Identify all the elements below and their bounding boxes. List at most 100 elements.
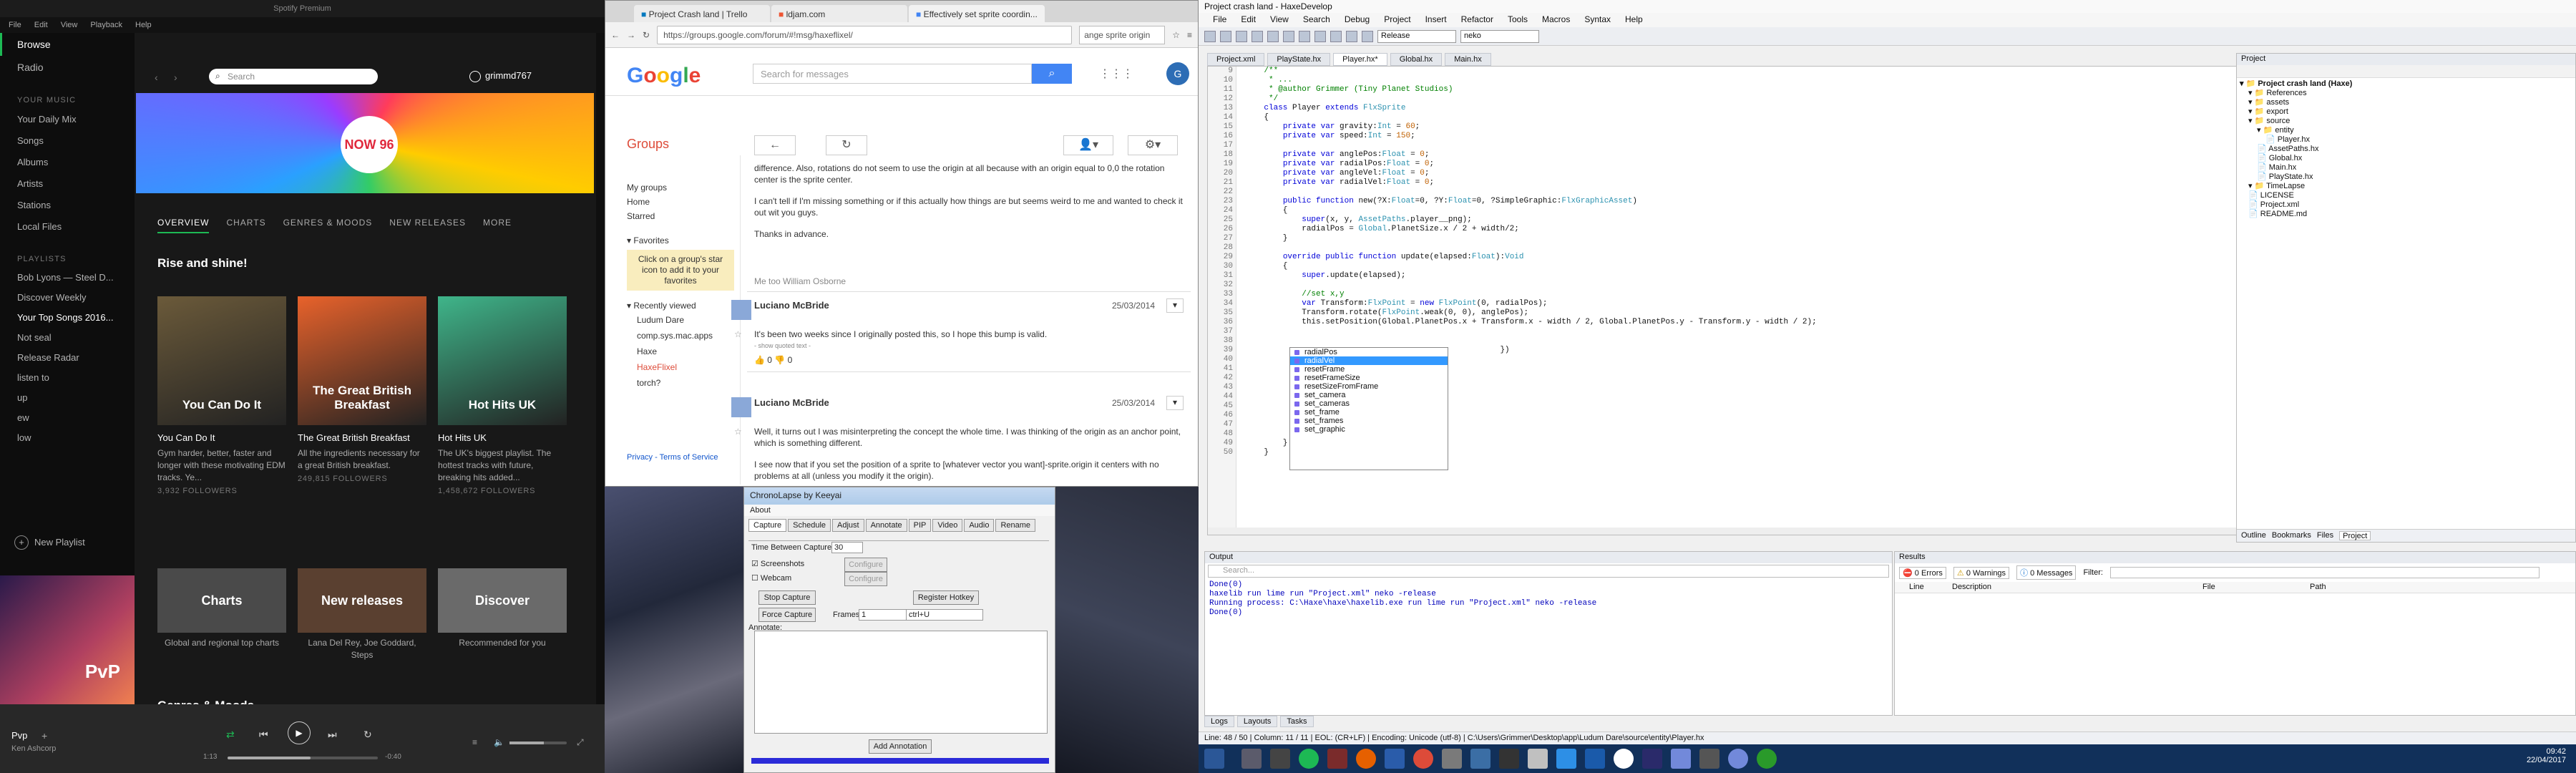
downvote-icon[interactable]: 👎 bbox=[774, 355, 787, 365]
autocomplete-item[interactable]: set_graphic bbox=[1290, 425, 1448, 434]
star-icon[interactable]: ☆ bbox=[1172, 30, 1180, 40]
results-column-header[interactable]: Description bbox=[1952, 583, 1991, 591]
save-icon[interactable] bbox=[1236, 30, 1247, 42]
messages-filter[interactable]: ⓘ 0 Messages bbox=[2016, 565, 2077, 580]
forward-arrow-icon[interactable]: › bbox=[174, 72, 177, 83]
bottom-tab[interactable]: Layouts bbox=[1236, 716, 1278, 727]
nav-radio[interactable]: Radio bbox=[0, 56, 135, 79]
left-nav-link[interactable]: Home bbox=[627, 197, 734, 211]
left-nav-link[interactable]: My groups bbox=[627, 183, 734, 197]
play-button[interactable]: ▶ bbox=[288, 721, 311, 744]
post-menu-button[interactable]: ▾ bbox=[1166, 396, 1184, 410]
clock-app-icon[interactable] bbox=[1614, 749, 1634, 769]
post-menu-button[interactable]: ▾ bbox=[1166, 298, 1184, 313]
library-item[interactable]: Local Files bbox=[0, 216, 135, 238]
recent-item[interactable]: Haxe bbox=[627, 346, 734, 362]
ide-menu-item[interactable]: Edit bbox=[1241, 14, 1256, 26]
undo-icon[interactable] bbox=[1299, 30, 1310, 42]
tab-pip[interactable]: PIP bbox=[908, 519, 932, 532]
menu-item-help[interactable]: Help bbox=[135, 21, 152, 29]
new-playlist-button[interactable]: + New Playlist bbox=[14, 535, 85, 550]
target-select[interactable]: neko bbox=[1460, 29, 1539, 43]
forward-icon[interactable]: → bbox=[627, 30, 635, 40]
ide-menu-item[interactable]: Refactor bbox=[1461, 14, 1493, 26]
recent-item[interactable]: torch? bbox=[627, 378, 734, 394]
star-icon[interactable]: ☆ bbox=[734, 329, 742, 340]
tab-schedule[interactable]: Schedule bbox=[788, 519, 831, 532]
autocomplete-popup[interactable]: radialPos radialVel resetFrame resetFrameSi… bbox=[1289, 347, 1448, 470]
tab-rename[interactable]: Rename bbox=[995, 519, 1036, 532]
refresh-button[interactable]: ↻ bbox=[826, 135, 867, 155]
address-bar[interactable]: https://groups.google.com/forum/#!msg/ha… bbox=[657, 25, 1073, 44]
tree-node[interactable]: ▾ 📁 References bbox=[2240, 89, 2572, 98]
tree-node[interactable]: 📄 Player.hx bbox=[2240, 135, 2572, 145]
footer-links[interactable]: Privacy - Terms of Service bbox=[627, 453, 718, 462]
time-between-input[interactable]: 30 bbox=[831, 542, 863, 553]
tile-title[interactable]: The Great British Breakfast bbox=[298, 432, 426, 443]
left-nav-link[interactable]: Starred bbox=[627, 211, 734, 225]
user-menu[interactable]: grimmd767 bbox=[469, 70, 532, 82]
file-tab[interactable]: Global.hx bbox=[1390, 53, 1443, 66]
tab-overview[interactable]: OVERVIEW bbox=[157, 218, 210, 233]
app-icon[interactable] bbox=[1470, 749, 1491, 769]
app-icon[interactable] bbox=[1671, 749, 1691, 769]
shuffle-icon[interactable]: ⇄ bbox=[226, 729, 235, 741]
tree-node[interactable]: ▾ 📁 source bbox=[2240, 117, 2572, 126]
playlist-item[interactable]: Release Radar bbox=[0, 348, 135, 368]
bottom-tab[interactable]: Tasks bbox=[1280, 716, 1314, 727]
errors-filter[interactable]: ⛔ 0 Errors bbox=[1899, 566, 1946, 579]
file-tab[interactable]: Project.xml bbox=[1207, 53, 1265, 66]
ide-menu-item[interactable]: Syntax bbox=[1584, 14, 1611, 26]
run-icon[interactable] bbox=[1362, 30, 1373, 42]
previous-icon[interactable]: ⏮ bbox=[259, 729, 268, 741]
tree-node[interactable]: 📄 AssetPaths.hx bbox=[2240, 145, 2572, 154]
autocomplete-item[interactable]: radialPos bbox=[1290, 348, 1448, 356]
app-icon[interactable] bbox=[1499, 749, 1519, 769]
browser-tab[interactable]: ■ Project Crash land | Trello bbox=[634, 5, 770, 22]
configure-screenshots-button[interactable]: Configure bbox=[844, 558, 887, 572]
tree-node[interactable]: ▾ 📁 TimeLapse bbox=[2240, 182, 2572, 191]
ide-menu-item[interactable]: Macros bbox=[1542, 14, 1570, 26]
tile-title[interactable]: You Can Do It bbox=[157, 432, 286, 443]
add-annotation-button[interactable]: Add Annotation bbox=[869, 739, 932, 754]
autocomplete-item[interactable]: radialVel bbox=[1290, 356, 1448, 365]
spotify-icon[interactable] bbox=[1299, 749, 1319, 769]
firefox-icon[interactable] bbox=[1356, 749, 1376, 769]
side-tab-outline[interactable]: Outline bbox=[2241, 531, 2266, 540]
tab-more[interactable]: MORE bbox=[483, 218, 512, 233]
tree-node[interactable]: 📄 Project.xml bbox=[2240, 200, 2572, 210]
progress-bar[interactable] bbox=[228, 757, 378, 759]
warnings-filter[interactable]: ⚠ 0 Warnings bbox=[1953, 566, 2010, 579]
ide-menu-item[interactable]: Help bbox=[1625, 14, 1643, 26]
menu-icon[interactable]: ≡ bbox=[1187, 30, 1192, 40]
browser-tab[interactable]: ■ ldjam.com bbox=[771, 5, 907, 22]
output-search[interactable]: Search... bbox=[1208, 565, 1889, 578]
show-quoted-text[interactable]: - show quoted text - bbox=[754, 340, 1184, 351]
favorites-header[interactable]: ▾ Favorites bbox=[627, 235, 734, 250]
promo-banner[interactable]: NOW 96 bbox=[136, 93, 594, 193]
playlist-item[interactable]: Your Top Songs 2016... bbox=[0, 308, 135, 328]
recent-item[interactable]: comp.sys.mac.apps bbox=[627, 331, 734, 346]
app-icon[interactable] bbox=[1442, 749, 1462, 769]
autocomplete-item[interactable]: set_camera bbox=[1290, 391, 1448, 399]
bottom-tab[interactable]: Logs bbox=[1204, 716, 1234, 727]
tree-node[interactable]: 📄 PlayState.hx bbox=[2240, 172, 2572, 182]
playlist-item[interactable]: Not seal bbox=[0, 328, 135, 348]
repeat-icon[interactable]: ↻ bbox=[364, 729, 372, 741]
hotkey-input[interactable]: ctrl+U bbox=[906, 609, 983, 621]
ide-menu-item[interactable]: Debug bbox=[1345, 14, 1370, 26]
code-editor[interactable]: 9 10 11 12 13 14 15 16 17 18 19 20 21 22 23 24 25 26 27 28 2… bbox=[1207, 66, 2238, 535]
autocomplete-item[interactable]: set_frame bbox=[1290, 408, 1448, 417]
filter-input[interactable] bbox=[2109, 567, 2540, 578]
app-icon[interactable] bbox=[1327, 749, 1347, 769]
playlist-item[interactable]: listen to bbox=[0, 368, 135, 388]
app-icon[interactable] bbox=[1385, 749, 1405, 769]
menu-item-file[interactable]: File bbox=[9, 21, 21, 29]
paste-icon[interactable] bbox=[1283, 30, 1294, 42]
explorer-icon[interactable] bbox=[1270, 749, 1290, 769]
file-tab[interactable]: Main.hx bbox=[1445, 53, 1491, 66]
ide-menu-item[interactable]: Project bbox=[1384, 14, 1410, 26]
copy-icon[interactable] bbox=[1267, 30, 1279, 42]
app-icon[interactable] bbox=[1757, 749, 1777, 769]
ide-menu-item[interactable]: Insert bbox=[1425, 14, 1447, 26]
